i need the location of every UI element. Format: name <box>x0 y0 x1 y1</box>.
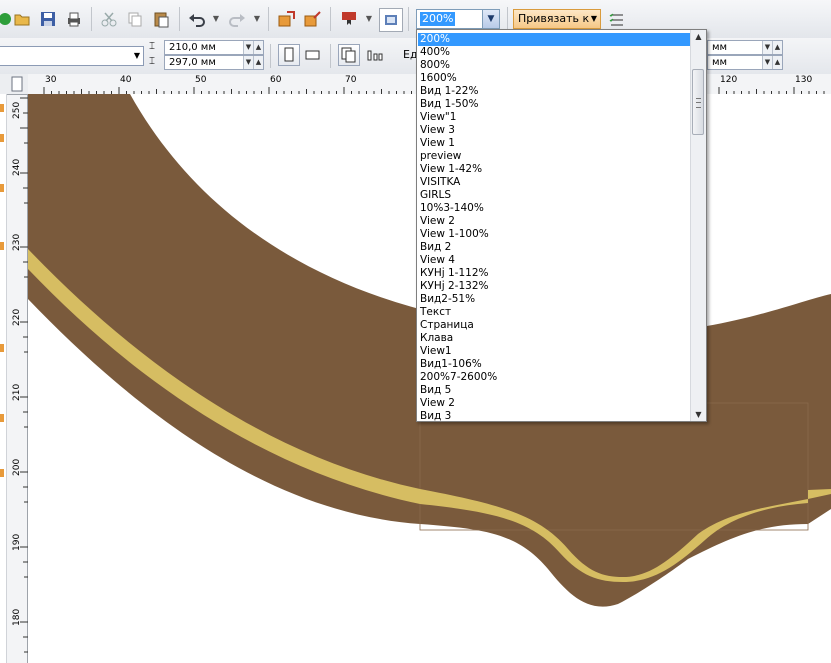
redo-icon[interactable] <box>226 8 248 30</box>
zoom-option[interactable]: Вид 2 <box>418 241 692 254</box>
page-width-down-icon[interactable]: ▼ <box>243 41 253 54</box>
zoom-option[interactable]: View 1 <box>418 137 692 150</box>
zoom-level-value[interactable]: 200% <box>420 12 456 26</box>
scroll-thumb[interactable] <box>692 69 704 135</box>
zoom-option[interactable]: 400% <box>418 46 692 59</box>
landscape-button[interactable] <box>302 44 324 66</box>
scroll-down-icon[interactable]: ▼ <box>691 408 706 421</box>
undo-icon[interactable] <box>186 8 208 30</box>
page-size-select[interactable]: ▼ <box>0 46 144 66</box>
zoom-option[interactable]: Страница <box>418 319 692 332</box>
ruler-label-30: 30 <box>45 75 57 85</box>
snap-to-label: Привязать к <box>518 12 590 25</box>
zoom-option[interactable]: Текст <box>418 306 692 319</box>
snap-to-button[interactable]: Привязать к ▼ <box>513 9 601 29</box>
cut-icon[interactable] <box>98 8 120 30</box>
all-pages-button[interactable] <box>338 44 360 66</box>
nudge-x-field[interactable]: мм ▼ ▲ <box>707 40 783 55</box>
nudge-x-down-icon[interactable]: ▼ <box>762 41 772 54</box>
ruler-label-210: 210 <box>12 383 22 401</box>
zoom-option[interactable]: 10%3-140% <box>418 202 692 215</box>
ruler-label-180: 180 <box>12 608 22 626</box>
zoom-option[interactable]: КУНј 1-112% <box>418 267 692 280</box>
page-height-down-icon[interactable]: ▼ <box>243 56 253 69</box>
current-page-button[interactable] <box>364 44 386 66</box>
zoom-level-combo[interactable]: 200% ▼ <box>416 9 500 29</box>
save-icon[interactable] <box>37 8 59 30</box>
ruler-label-190: 190 <box>12 533 22 551</box>
publish-pdf-icon[interactable] <box>338 8 360 30</box>
nudge-y-down-icon[interactable]: ▼ <box>762 56 772 69</box>
zoom-option[interactable]: 800% <box>418 59 692 72</box>
zoom-option[interactable]: Вид1-106% <box>418 358 692 371</box>
zoom-option[interactable]: View 2 <box>418 215 692 228</box>
zoom-option[interactable]: VISITKA <box>418 176 692 189</box>
vertical-ruler[interactable]: 250 240 230 220 210 200 190 180 <box>0 74 28 663</box>
page-height-value: 297,0 мм <box>169 57 216 68</box>
ruler-label-200: 200 <box>12 458 22 476</box>
zoom-option[interactable]: КУНј 2-132% <box>418 280 692 293</box>
zoom-option[interactable]: View 1-100% <box>418 228 692 241</box>
zoom-option[interactable]: View1 <box>418 345 692 358</box>
ruler-label-250: 250 <box>12 101 22 119</box>
scroll-up-icon[interactable]: ▲ <box>691 30 706 43</box>
publish-dropdown-icon[interactable]: ▼ <box>365 15 373 23</box>
ruler-label-40: 40 <box>120 75 132 85</box>
nudge-y-field[interactable]: мм ▼ ▲ <box>707 55 783 70</box>
app-launcher-icon[interactable] <box>379 8 403 32</box>
ruler-label-130: 130 <box>795 75 813 85</box>
zoom-option[interactable]: Клава <box>418 332 692 345</box>
snap-dropdown-icon[interactable]: ▼ <box>591 10 597 28</box>
portrait-button[interactable] <box>278 44 300 66</box>
page-width-up-icon[interactable]: ▲ <box>253 41 263 54</box>
height-icon: ⌶ <box>149 56 155 67</box>
zoom-option[interactable]: View 2 <box>418 397 692 410</box>
zoom-option[interactable]: View"1 <box>418 111 692 124</box>
zoom-option[interactable]: Вид 3 <box>418 410 692 421</box>
zoom-option[interactable]: View 3 <box>418 124 692 137</box>
zoom-dropdown-list[interactable]: 200% 400% 800% 1600% Вид 1-22% Вид 1-50%… <box>416 29 707 422</box>
zoom-option[interactable]: Вид 1-22% <box>418 85 692 98</box>
page-width-value: 210,0 мм <box>169 42 216 53</box>
nudge-y-up-icon[interactable]: ▲ <box>772 56 782 69</box>
ruler-label-50: 50 <box>195 75 207 85</box>
zoom-option[interactable]: 1600% <box>418 72 692 85</box>
zoom-option[interactable]: Вид 1-50% <box>418 98 692 111</box>
zoom-option[interactable]: GIRLS <box>418 189 692 202</box>
zoom-option[interactable]: 200%7-2600% <box>418 371 692 384</box>
page-height-up-icon[interactable]: ▲ <box>253 56 263 69</box>
zoom-option[interactable]: View 4 <box>418 254 692 267</box>
zoom-option[interactable]: Вид2-51% <box>418 293 692 306</box>
undo-dropdown-icon[interactable]: ▼ <box>212 15 220 23</box>
nudge-x-up-icon[interactable]: ▲ <box>772 41 782 54</box>
width-icon: ⌶ <box>149 41 155 52</box>
import-icon[interactable] <box>276 8 298 30</box>
zoom-option[interactable]: Вид 5 <box>418 384 692 397</box>
ruler-label-220: 220 <box>12 308 22 326</box>
zoom-option[interactable]: preview <box>418 150 692 163</box>
redo-dropdown-icon[interactable]: ▼ <box>253 15 261 23</box>
ruler-label-230: 230 <box>12 233 22 251</box>
ruler-label-60: 60 <box>270 75 282 85</box>
export-icon[interactable] <box>302 8 324 30</box>
zoom-option[interactable]: 200% <box>418 33 692 46</box>
open-icon[interactable] <box>11 8 33 30</box>
copy-icon[interactable] <box>124 8 146 30</box>
nudge-y-value: мм <box>712 57 728 68</box>
snap-options-icon[interactable] <box>606 9 628 31</box>
paste-icon[interactable] <box>150 8 172 30</box>
nudge-x-value: мм <box>712 42 728 53</box>
ruler-label-70: 70 <box>345 75 357 85</box>
zoom-dropdown-button[interactable]: ▼ <box>482 10 499 28</box>
ruler-label-240: 240 <box>12 158 22 176</box>
page-width-field[interactable]: 210,0 мм ▼ ▲ <box>164 40 264 55</box>
page-size-dropdown-icon[interactable]: ▼ <box>134 47 140 65</box>
zoom-list-scrollbar[interactable]: ▲ ▼ <box>690 30 706 421</box>
zoom-option[interactable]: View 1-42% <box>418 163 692 176</box>
ruler-label-120: 120 <box>720 75 738 85</box>
page-height-field[interactable]: 297,0 мм ▼ ▲ <box>164 55 264 70</box>
print-icon[interactable] <box>63 8 85 30</box>
